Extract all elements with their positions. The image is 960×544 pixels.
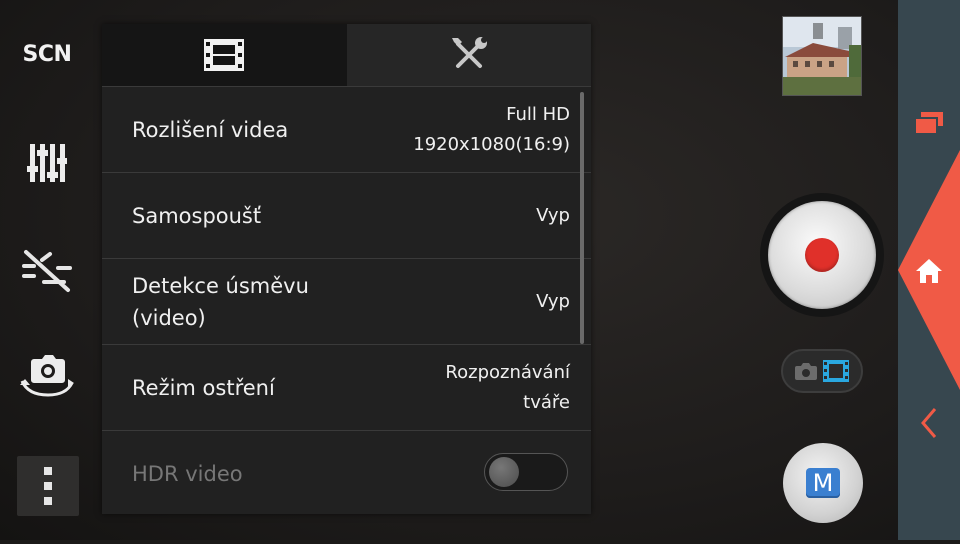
setting-value: Vyp <box>536 290 570 312</box>
back-button[interactable] <box>906 400 952 446</box>
tab-video-settings[interactable] <box>102 24 347 86</box>
manual-mode-button[interactable]: M <box>783 443 863 523</box>
video-mode-icon <box>823 360 849 382</box>
setting-smile-detection[interactable]: Detekce úsměvu (video) Vyp <box>102 258 591 344</box>
record-icon <box>805 238 839 272</box>
manual-mode-label: M <box>806 468 840 498</box>
setting-video-resolution[interactable]: Rozlišení videa Full HD 1920x1080(16:9) <box>102 86 591 172</box>
setting-label: HDR video <box>132 461 243 486</box>
setting-label: Rozlišení videa <box>132 117 289 142</box>
setting-focus-mode[interactable]: Režim ostření Rozpoznávání tváře <box>102 344 591 430</box>
tab-general-settings[interactable] <box>346 24 591 86</box>
flash-toggle-button[interactable] <box>14 242 80 298</box>
record-button[interactable] <box>760 193 884 317</box>
setting-self-timer[interactable]: Samospoušť Vyp <box>102 172 591 258</box>
settings-tabs <box>102 24 591 86</box>
switch-camera-icon <box>20 355 74 397</box>
photo-video-mode-switch[interactable] <box>781 349 863 393</box>
flash-off-icon <box>22 250 72 292</box>
setting-label: Samospoušť <box>132 203 262 228</box>
switch-camera-button[interactable] <box>14 348 80 404</box>
last-capture-thumbnail[interactable] <box>782 16 862 96</box>
sliders-icon <box>27 144 67 182</box>
setting-label: Detekce úsměvu (video) <box>132 273 309 330</box>
overflow-menu-icon <box>44 467 52 475</box>
setting-value: Rozpoznávání tváře <box>445 361 570 413</box>
settings-scrollbar[interactable] <box>580 92 584 344</box>
setting-label: Režim ostření <box>132 375 275 400</box>
camera-mode-icon <box>795 363 817 380</box>
settings-sliders-button[interactable] <box>14 134 80 190</box>
record-button-disc <box>768 201 876 309</box>
setting-value: Vyp <box>536 204 570 226</box>
recents-icon <box>914 112 943 135</box>
settings-list: Rozlišení videa Full HD 1920x1080(16:9) … <box>102 86 591 516</box>
toggle-knob <box>489 457 519 487</box>
home-button[interactable] <box>906 248 952 294</box>
recents-button[interactable] <box>906 100 952 146</box>
film-icon <box>204 39 245 71</box>
home-icon <box>916 259 942 283</box>
back-icon <box>921 408 937 438</box>
wrench-screwdriver-icon <box>451 37 487 68</box>
scene-mode-button[interactable]: SCN <box>14 26 80 82</box>
photo-thumbnail-image <box>783 17 861 95</box>
setting-hdr-video[interactable]: HDR video <box>102 430 591 516</box>
scene-label: SCN <box>22 41 72 67</box>
setting-value: Full HD 1920x1080(16:9) <box>413 103 570 155</box>
hdr-video-toggle[interactable] <box>484 453 568 491</box>
settings-panel: Rozlišení videa Full HD 1920x1080(16:9) … <box>102 24 591 514</box>
overflow-menu-button[interactable] <box>17 456 79 516</box>
